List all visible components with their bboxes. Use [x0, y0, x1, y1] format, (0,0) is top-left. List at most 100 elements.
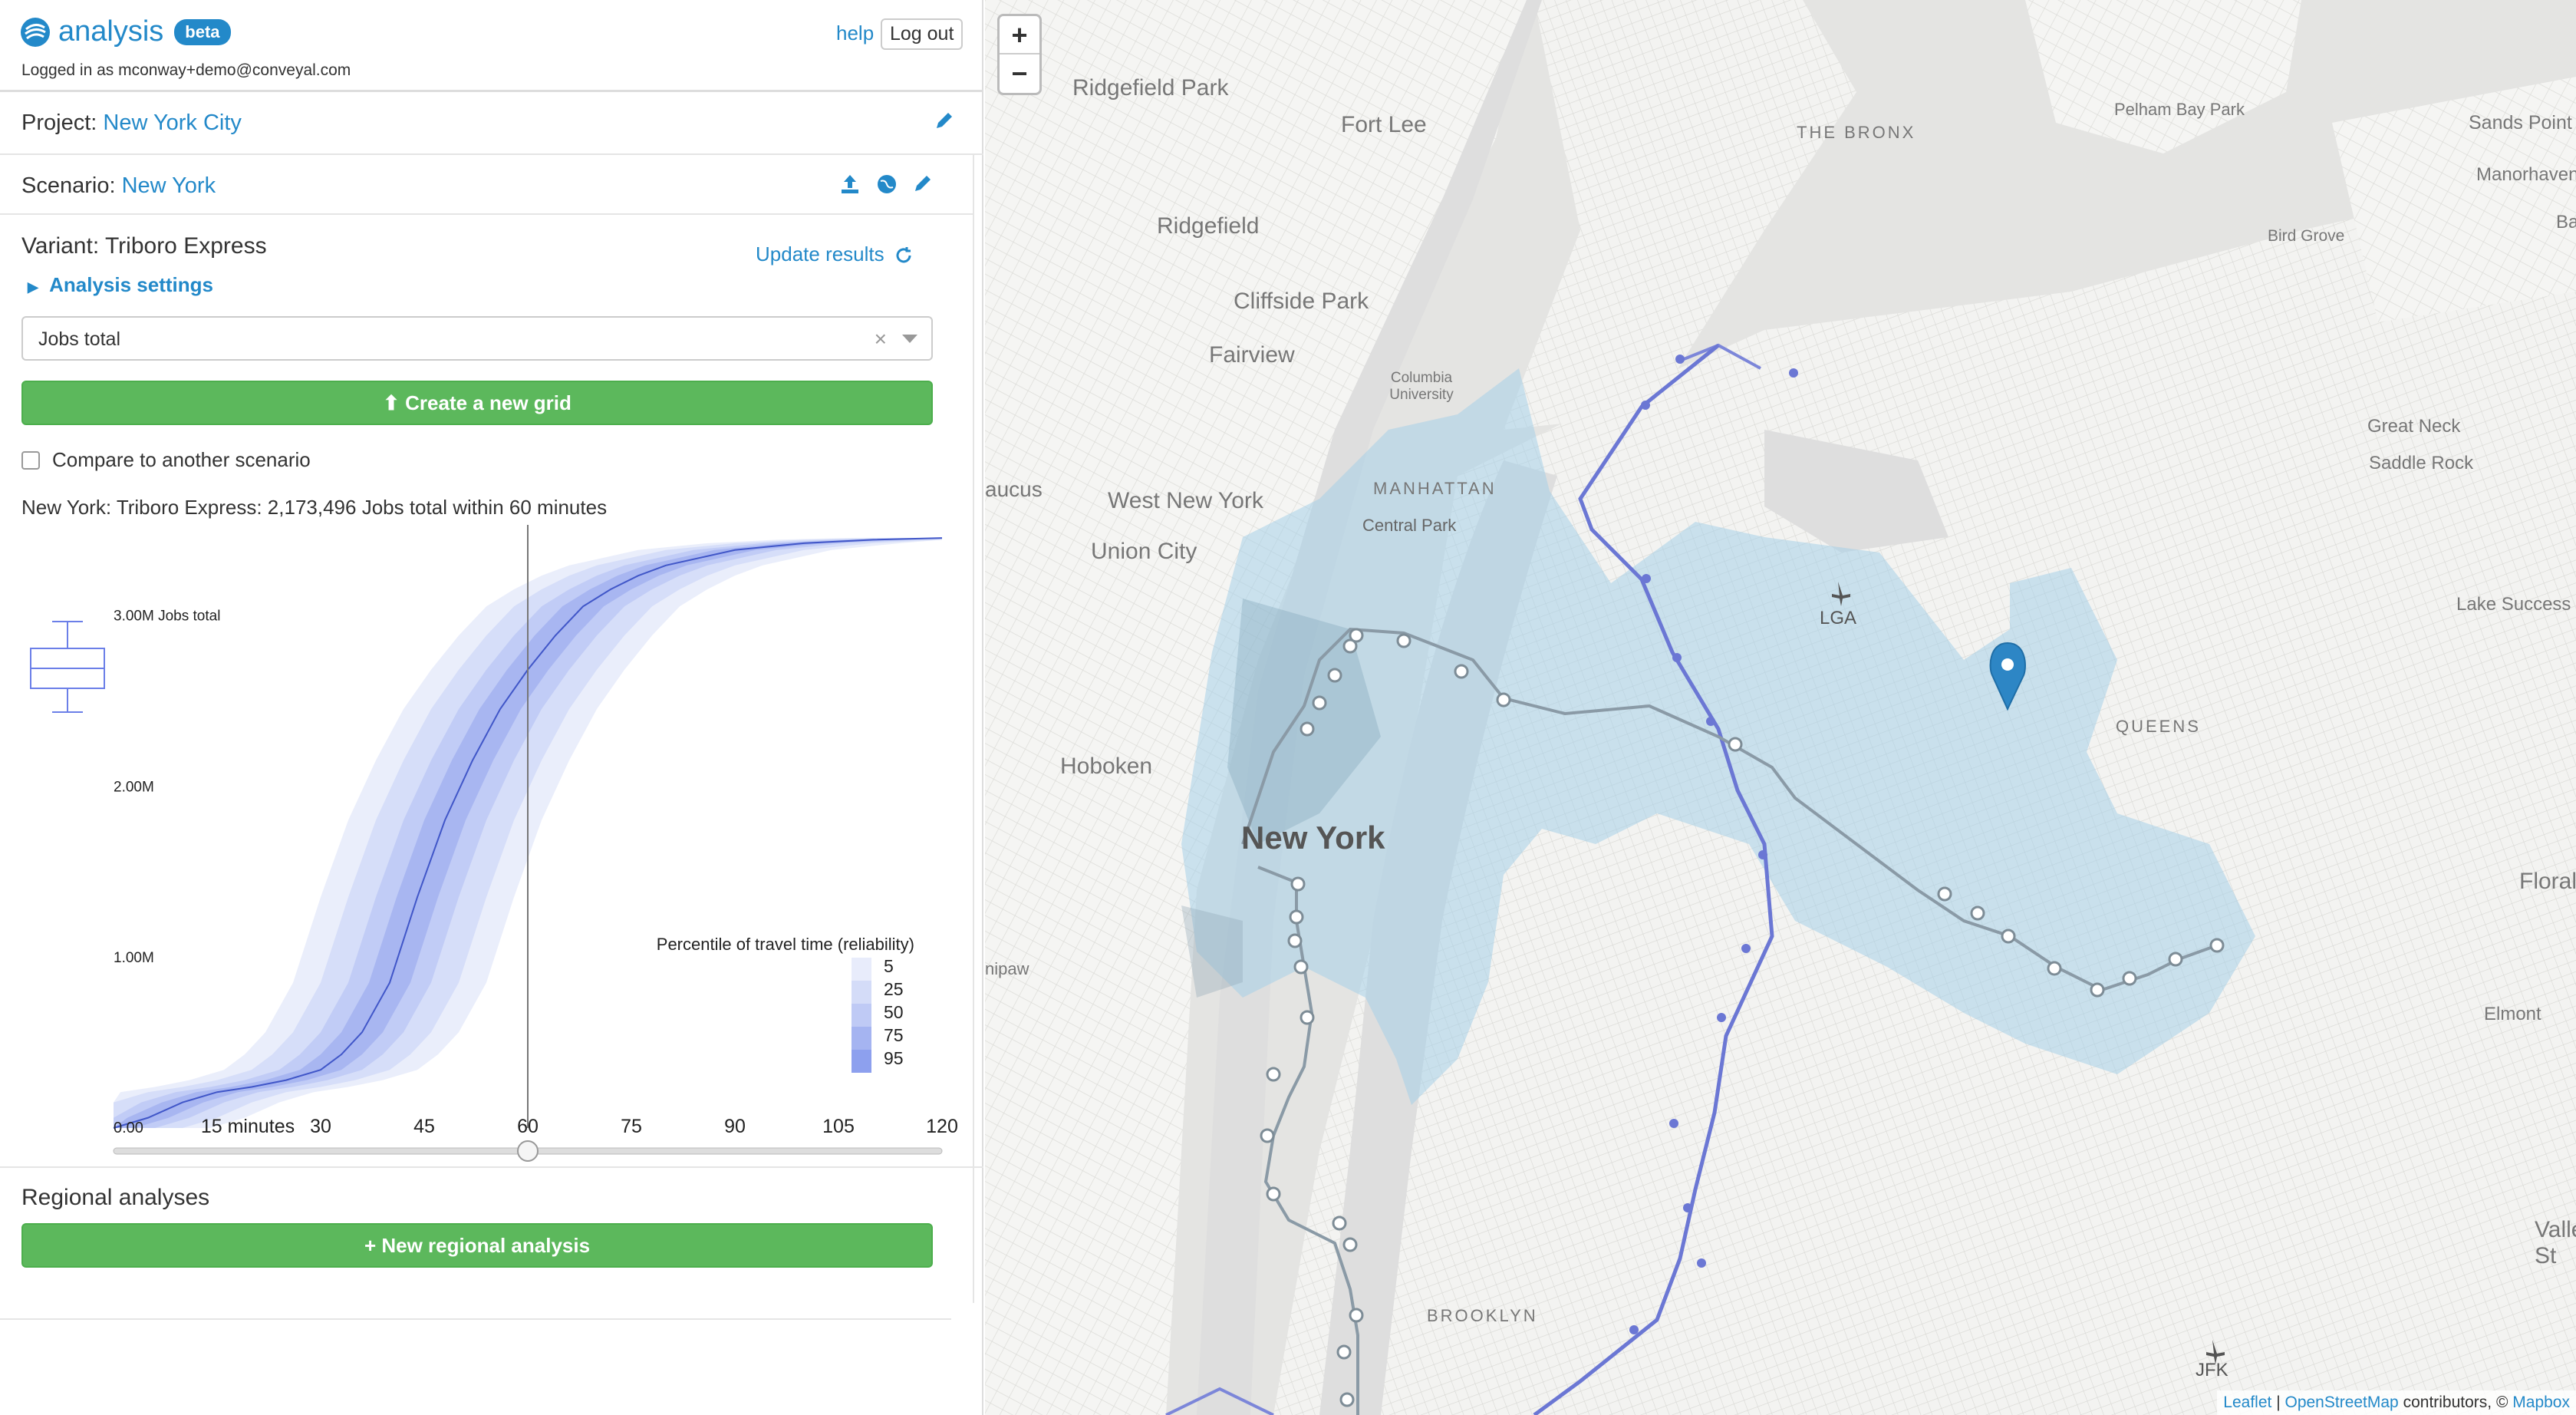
time-slider[interactable] [113, 1140, 943, 1162]
compare-row: Compare to another scenario [21, 448, 311, 472]
map-label: Elmont [2484, 1004, 2541, 1024]
conveyal-logo-icon [21, 17, 50, 47]
upload-icon: ⬆ [383, 391, 400, 414]
beta-badge: beta [174, 18, 231, 45]
y-tick-label: 3.00M Jobs total [114, 608, 220, 624]
legend-label: 50 [884, 1002, 904, 1022]
map-label: THE BRONX [1797, 123, 1916, 142]
legend-swatch [852, 1027, 871, 1050]
compare-checkbox[interactable] [21, 450, 40, 470]
update-results-label: Update results [756, 242, 884, 266]
zoom-out-button[interactable]: − [1000, 54, 1039, 93]
map-canvas[interactable] [985, 0, 2576, 1415]
chevron-down-icon[interactable] [902, 335, 917, 343]
x-tick-label: 60 [517, 1116, 539, 1137]
logged-in-text: Logged in as mconway+demo@conveyal.com [21, 61, 351, 79]
new-regional-label: New regional analysis [381, 1234, 591, 1257]
x-tick-label: 45 [413, 1116, 435, 1137]
leaflet-link[interactable]: Leaflet [2223, 1394, 2271, 1411]
map-label: West New York [1108, 488, 1263, 513]
clear-select-icon[interactable]: × [875, 327, 887, 351]
legend-swatch [852, 981, 871, 1004]
map-label: Pelham Bay Park [2114, 100, 2245, 119]
map-label: Lake Success [2456, 594, 2571, 615]
x-tick-label: 30 [310, 1116, 331, 1137]
attribution-text: contributors, © [2398, 1394, 2513, 1411]
divider [0, 1318, 951, 1320]
edit-scenario-pencil-icon[interactable] [913, 173, 933, 199]
project-row: Project: New York City [0, 92, 983, 155]
chart-legend: Percentile of travel time (reliability) … [657, 935, 914, 1073]
x-tick-label: 105 [822, 1116, 855, 1137]
map-label: LGA [1820, 608, 1857, 628]
legend-swatch [852, 1004, 871, 1027]
app-name: analysis [58, 15, 164, 48]
sidebar: analysis beta Logged in as mconway+demo@… [0, 0, 983, 1415]
map-label: Floral [2519, 869, 2576, 894]
map-label: Ridgefield Park [1072, 75, 1229, 101]
x-tick-label: 90 [724, 1116, 746, 1137]
map-label: Saddle Rock [2369, 453, 2474, 473]
map-label: QUEENS [2116, 717, 2201, 736]
map-attribution: Leaflet | OpenStreetMap contributors, © … [2217, 1390, 2576, 1415]
map-label: BROOKLYN [1427, 1306, 1538, 1325]
map-label: Cliffside Park [1234, 289, 1369, 314]
grid-select-value: Jobs total [38, 328, 121, 350]
compare-label: Compare to another scenario [52, 448, 311, 471]
y-tick-label: 2.00M [114, 779, 154, 795]
new-regional-analysis-button[interactable]: + New regional analysis [21, 1223, 933, 1268]
legend-swatch [852, 1050, 871, 1073]
logout-button[interactable]: Log out [881, 18, 964, 50]
mapbox-link[interactable]: Mapbox [2512, 1394, 2570, 1411]
zoom-in-button[interactable]: + [1000, 16, 1039, 54]
x-tick-label: 0.00 [114, 1120, 143, 1136]
scenario-name-link[interactable]: New York [122, 173, 216, 198]
x-tick-label: 15 minutes [201, 1116, 295, 1137]
legend-title: Percentile of travel time (reliability) [657, 935, 914, 954]
refresh-icon [896, 247, 911, 263]
upload-icon[interactable] [839, 173, 861, 200]
zoom-control: + − [997, 14, 1042, 95]
accessibility-chart: 3.00M Jobs total 2.00M 1.00M 0.00 15 minute… [30, 525, 958, 1162]
project-name-link[interactable]: New York City [103, 110, 242, 135]
variant-title: Variant: Triboro Express [21, 233, 267, 259]
create-grid-label: Create a new grid [405, 391, 572, 414]
map-label: Bird Grove [2268, 227, 2345, 245]
app-header: analysis beta Logged in as mconway+demo@… [0, 0, 983, 92]
map-label: aucus [985, 477, 1043, 501]
legend-label: 5 [884, 956, 894, 976]
map-label: JFK [2196, 1360, 2228, 1380]
x-tick-label: 120 [926, 1116, 958, 1137]
divider [0, 1166, 983, 1168]
map-label: Hoboken [1060, 754, 1153, 779]
map-label: Central Park [1362, 516, 1457, 535]
legend-label: 25 [884, 979, 904, 999]
map-label: Ba [2556, 212, 2576, 233]
update-results-button[interactable]: Update results [756, 242, 913, 266]
map-label: MANHATTAN [1373, 479, 1497, 498]
map-label: nipaw [985, 959, 1029, 978]
help-link[interactable]: help [836, 21, 874, 45]
legend-swatch [852, 958, 871, 981]
map-label: Great Neck [2367, 416, 2461, 437]
map-label: Manorhaven [2476, 164, 2576, 185]
edit-project-pencil-icon[interactable] [934, 110, 954, 136]
analysis-settings-toggle[interactable]: ▶ Analysis settings [28, 273, 213, 297]
map-label: Fairview [1209, 342, 1295, 368]
app-logo[interactable]: analysis beta [20, 15, 231, 48]
create-grid-button[interactable]: ⬆ Create a new grid [21, 381, 933, 425]
osm-link[interactable]: OpenStreetMap [2284, 1394, 2398, 1411]
legend-label: 95 [884, 1048, 904, 1068]
map-label: Ridgefield [1157, 213, 1260, 239]
boxplot-icon [30, 621, 105, 713]
grid-select[interactable]: Jobs total × [21, 316, 933, 361]
globe-icon[interactable] [876, 173, 898, 200]
scenario-title: Scenario: New York [21, 173, 216, 199]
plus-icon: + [364, 1234, 377, 1257]
time-slider-handle[interactable] [517, 1140, 539, 1162]
map-label: Valley St [2535, 1217, 2576, 1268]
map[interactable]: Ridgefield Park Fort Lee THE BRONX Pelha… [985, 0, 2576, 1415]
map-label: Fort Lee [1341, 112, 1427, 137]
legend-label: 75 [884, 1025, 904, 1045]
scenario-row: Scenario: New York [0, 155, 974, 215]
